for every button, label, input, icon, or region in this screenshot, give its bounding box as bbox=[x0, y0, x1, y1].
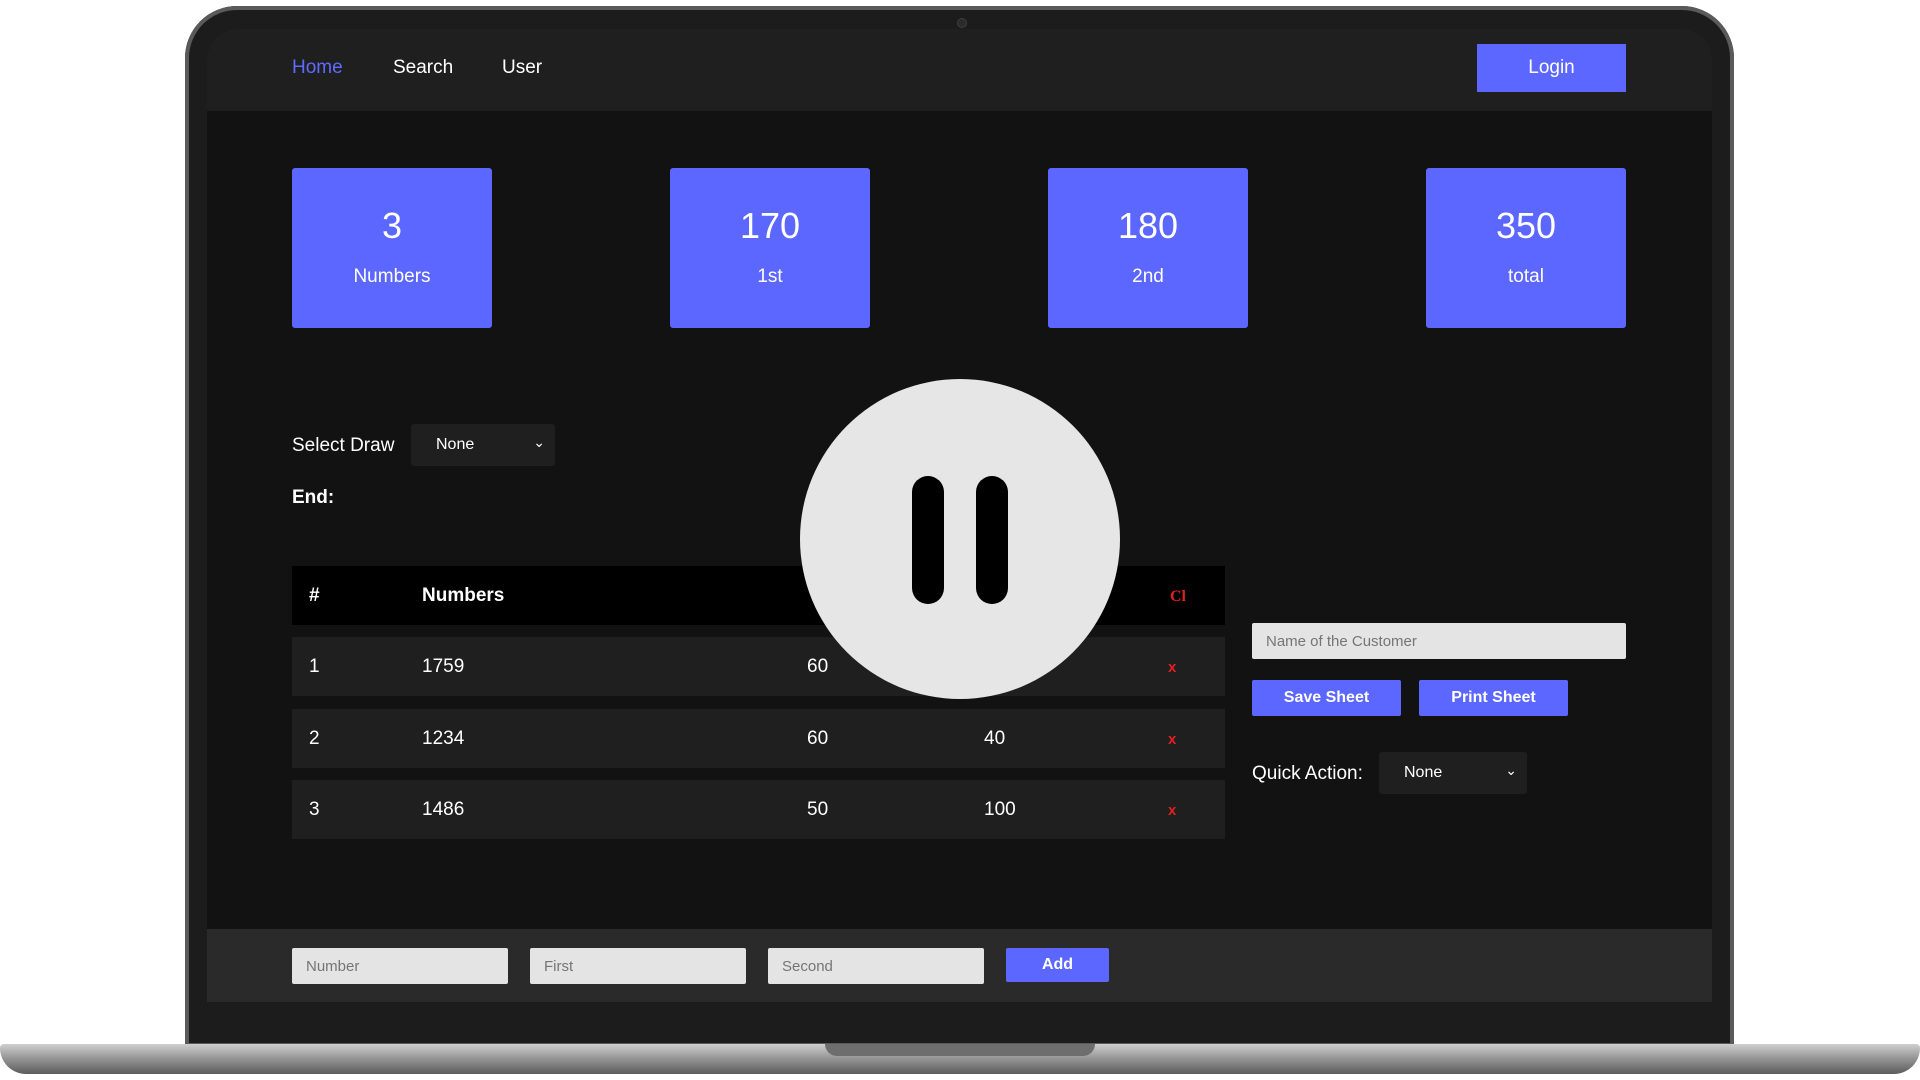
top-navigation: Home Search User Login bbox=[207, 29, 1712, 111]
table-row: 3 1486 50 100 x bbox=[292, 780, 1225, 839]
number-input[interactable] bbox=[292, 948, 508, 984]
first-input[interactable] bbox=[530, 948, 746, 984]
column-header-cl: Cl bbox=[1170, 588, 1186, 605]
pause-icon bbox=[976, 476, 1008, 604]
laptop-hinge-notch bbox=[825, 1044, 1095, 1056]
row-first: 60 bbox=[807, 728, 829, 749]
row-number: 1486 bbox=[422, 799, 465, 820]
stat-value: 350 bbox=[1495, 205, 1557, 246]
quick-action-select[interactable]: None ⌄ bbox=[1379, 752, 1527, 794]
row-second: 100 bbox=[984, 799, 1016, 820]
customer-name-input[interactable] bbox=[1252, 623, 1626, 659]
stat-value: 180 bbox=[1117, 205, 1179, 246]
save-sheet-button[interactable]: Save Sheet bbox=[1252, 680, 1401, 716]
row-index: 3 bbox=[309, 799, 320, 820]
draw-select[interactable]: None ⌄ bbox=[411, 424, 555, 466]
quick-action-label: Quick Action: bbox=[1252, 763, 1363, 784]
stat-label: total bbox=[1508, 266, 1544, 287]
chevron-down-icon: ⌄ bbox=[533, 434, 545, 450]
print-sheet-button[interactable]: Print Sheet bbox=[1419, 680, 1568, 716]
row-number: 1234 bbox=[422, 728, 465, 749]
table-row: 2 1234 60 40 x bbox=[292, 709, 1225, 768]
column-header-numbers: Numbers bbox=[422, 585, 505, 606]
nav-home-link[interactable]: Home bbox=[292, 57, 343, 79]
add-button[interactable]: Add bbox=[1006, 948, 1109, 982]
stat-card-total: 350 total bbox=[1426, 168, 1626, 328]
second-input[interactable] bbox=[768, 948, 984, 984]
nav-search-link[interactable]: Search bbox=[393, 57, 453, 79]
row-second: 40 bbox=[984, 728, 1006, 749]
login-button[interactable]: Login bbox=[1477, 44, 1626, 92]
stat-value: 3 bbox=[381, 205, 403, 246]
stat-card-first: 170 1st bbox=[670, 168, 870, 328]
row-first: 50 bbox=[807, 799, 829, 820]
remove-row-button[interactable]: x bbox=[1168, 659, 1176, 676]
pause-icon bbox=[912, 476, 944, 604]
row-number: 1759 bbox=[422, 656, 465, 677]
quick-action-select-value: None bbox=[1404, 764, 1443, 781]
draw-select-value: None bbox=[436, 436, 475, 453]
stat-card-second: 180 2nd bbox=[1048, 168, 1248, 328]
end-label: End: bbox=[292, 487, 335, 508]
row-index: 1 bbox=[309, 656, 320, 677]
remove-row-button[interactable]: x bbox=[1168, 802, 1176, 819]
row-index: 2 bbox=[309, 728, 320, 749]
remove-row-button[interactable]: x bbox=[1168, 731, 1176, 748]
stat-label: 2nd bbox=[1132, 266, 1164, 287]
nav-user-link[interactable]: User bbox=[502, 57, 542, 79]
stat-label: Numbers bbox=[353, 266, 431, 287]
stat-card-numbers: 3 Numbers bbox=[292, 168, 492, 328]
camera-icon bbox=[957, 18, 967, 28]
pause-button[interactable] bbox=[800, 379, 1120, 699]
stat-value: 170 bbox=[739, 205, 801, 246]
entry-bar: Add bbox=[207, 929, 1712, 1002]
row-first: 60 bbox=[807, 656, 829, 677]
column-header-index: # bbox=[309, 585, 320, 606]
stat-label: 1st bbox=[757, 266, 783, 287]
select-draw-label: Select Draw bbox=[292, 435, 395, 456]
chevron-down-icon: ⌄ bbox=[1505, 762, 1517, 778]
table-row: 1 1759 60 x bbox=[292, 637, 1225, 696]
